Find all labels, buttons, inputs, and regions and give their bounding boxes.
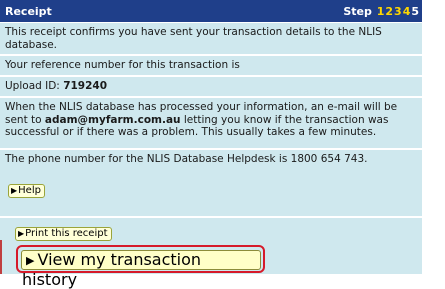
print-receipt-label: Print this receipt	[25, 228, 108, 239]
arrow-right-icon: ▶	[18, 229, 25, 238]
step-3[interactable]: 3	[394, 5, 402, 18]
email-address: adam@myfarm.com.au	[44, 113, 181, 126]
view-history-label: View my transaction history	[22, 250, 202, 289]
confirm-text: This receipt confirms you have sent your…	[5, 26, 382, 51]
receipt-panel: Receipt Step 12345 This receipt confirms…	[0, 0, 424, 289]
history-highlight: ▶ View my transaction history	[16, 245, 265, 289]
left-edge-marker	[0, 240, 2, 274]
step-5-current: 5	[411, 5, 419, 18]
reference-text: Your reference number for this transacti…	[5, 59, 240, 71]
step-1[interactable]: 1	[377, 5, 385, 18]
receipt-title: Receipt	[5, 5, 52, 18]
print-receipt-button[interactable]: ▶Print this receipt	[15, 227, 112, 241]
upload-id: 719240	[63, 80, 108, 92]
upload-text: Upload ID: 719240	[5, 80, 418, 93]
upload-label: Upload ID:	[5, 80, 64, 92]
helpdesk-row: The phone number for the NLIS Database H…	[0, 150, 422, 216]
view-history-button[interactable]: ▶ View my transaction history	[21, 250, 261, 289]
help-button-label: Help	[18, 185, 41, 196]
arrow-right-icon: ▶	[11, 186, 18, 195]
step-4[interactable]: 4	[403, 5, 411, 18]
arrow-right-icon: ▶	[26, 254, 35, 267]
step-indicator: Step 12345	[343, 5, 419, 18]
reference-row: Your reference number for this transacti…	[0, 56, 422, 75]
receipt-header: Receipt Step 12345	[0, 0, 422, 22]
email-text: When the NLIS database has processed you…	[5, 101, 418, 139]
step-2[interactable]: 2	[385, 5, 393, 18]
helpdesk-text: The phone number for the NLIS Database H…	[5, 153, 368, 165]
email-row: When the NLIS database has processed you…	[0, 98, 422, 148]
upload-row: Upload ID: 719240	[0, 77, 422, 96]
step-label: Step	[343, 5, 372, 18]
help-button[interactable]: ▶Help	[8, 184, 45, 198]
confirm-row: This receipt confirms you have sent your…	[0, 23, 422, 54]
